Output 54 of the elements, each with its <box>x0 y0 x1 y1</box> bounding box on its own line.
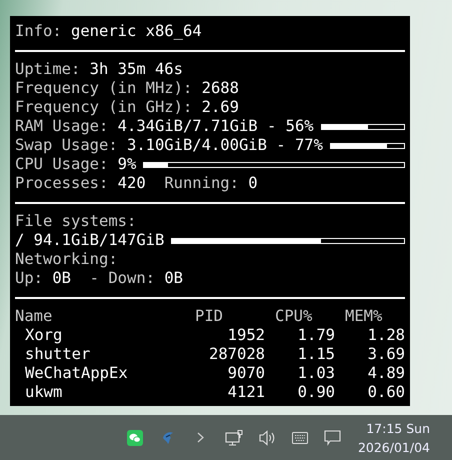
table-cell-text: Xorg <box>24 326 64 345</box>
stat-value: generic x86_64 <box>71 22 202 41</box>
stat-label: Running: <box>164 174 239 193</box>
table-cell-text: 1.15 <box>296 345 335 364</box>
stat-value: 0B <box>164 269 183 288</box>
table-cell-text: 4.89 <box>366 364 405 383</box>
table-cell-text: 1.03 <box>296 364 335 383</box>
clock-time: 17:15 Sun <box>365 420 430 438</box>
message-icon[interactable] <box>324 430 341 446</box>
column-header: CPU% <box>274 307 314 326</box>
column-header: PID <box>195 307 224 326</box>
stat-label: Up: <box>15 269 43 288</box>
mount-point: / <box>15 231 24 250</box>
table-cell-text: 4121 <box>226 383 265 402</box>
stat-label: Info: <box>15 22 62 41</box>
stat-value: 3h 35m 46s <box>90 60 183 79</box>
stat-value: 420 <box>118 174 146 193</box>
stat-label: CPU Usage: <box>15 155 108 174</box>
stat-value: 2.69 <box>202 98 239 117</box>
volume-icon[interactable] <box>258 430 276 446</box>
section-heading: Networking: <box>15 250 118 269</box>
table-cell-text: ukwm <box>24 383 64 402</box>
table-cell-text: WeChatAppEx <box>24 364 129 383</box>
table-cell-text: 9070 <box>226 364 265 383</box>
column-header: MEM% <box>344 307 384 326</box>
stat-value: 9% <box>118 155 136 174</box>
stat-value: 0 <box>248 174 258 193</box>
stat-label: RAM Usage: <box>15 117 108 136</box>
chevron-icon[interactable] <box>197 432 204 443</box>
stat-label: - Down: <box>90 269 155 288</box>
stat-label: Uptime: <box>15 60 80 79</box>
table-cell-text: 1.28 <box>366 326 405 345</box>
table-cell-text: shutter <box>24 345 92 364</box>
clock-date: 2026/01/04 <box>358 438 430 456</box>
chat-app-icon[interactable] <box>126 430 142 446</box>
stat-label: Frequency (in MHz): <box>15 79 192 98</box>
table-cell-text: 287028 <box>208 345 265 364</box>
table-cell-text: 1.79 <box>296 326 335 345</box>
stat-value: 2688 <box>202 79 239 98</box>
stat-value: 3.10GiB/4.00GiB - 77% <box>126 136 323 155</box>
stat-label: Swap Usage: <box>15 136 118 155</box>
stat-value: 0B <box>52 269 71 288</box>
keyboard-icon[interactable] <box>292 432 308 444</box>
table-cell-text: 0.60 <box>366 383 405 402</box>
stat-value: 4.34GiB/7.71GiB - 56% <box>118 117 314 136</box>
section-heading: File systems: <box>15 212 136 231</box>
table-cell-text: 0.90 <box>296 383 335 402</box>
disk-usage: 94.1GiB/147GiB <box>34 231 164 250</box>
stat-label: Frequency (in GHz): <box>15 98 192 117</box>
stat-label: Processes: <box>15 174 108 193</box>
table-cell-text: 3.69 <box>366 345 405 364</box>
network-icon[interactable] <box>224 430 242 446</box>
column-header: Name <box>15 307 54 326</box>
table-cell-text: 1952 <box>226 326 265 345</box>
